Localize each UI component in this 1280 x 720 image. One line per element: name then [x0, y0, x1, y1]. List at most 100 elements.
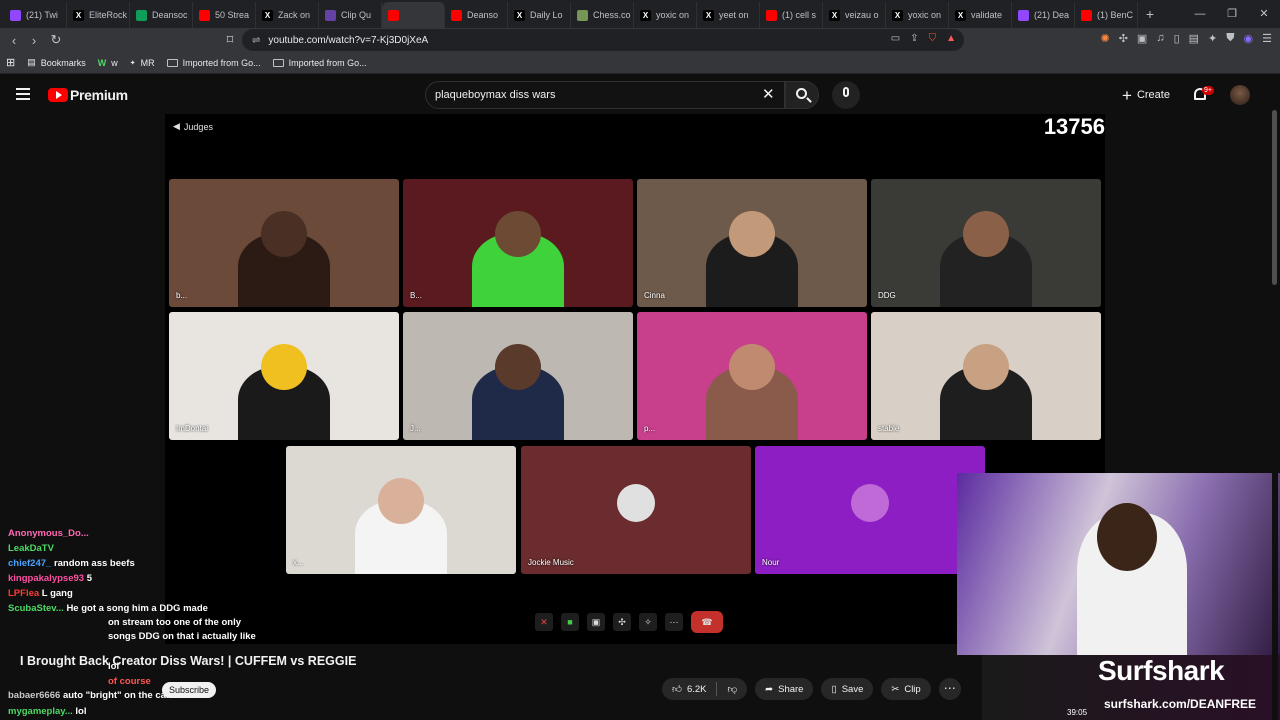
chat-text: lol	[75, 706, 87, 717]
chat-username[interactable]: Anonymous_Do...	[8, 528, 89, 539]
chat-username[interactable]: kingpakalypse93	[8, 573, 84, 584]
camera-icon[interactable]: ■	[561, 613, 579, 631]
voice-search-button[interactable]	[832, 81, 860, 109]
extension-icon[interactable]: ✺	[1100, 32, 1109, 45]
participant-tile[interactable]: Jockie Music	[521, 446, 751, 574]
cast-icon[interactable]: ▭	[891, 33, 900, 44]
brave-shield-icon[interactable]: ⛉	[929, 33, 937, 44]
browser-tab[interactable]: Xvalidate	[949, 2, 1012, 28]
menu-icon[interactable]: ☰	[1262, 32, 1272, 45]
participant-tile[interactable]: Nour	[755, 446, 985, 574]
participant-tile[interactable]: B...	[403, 179, 633, 307]
browser-tab[interactable]: Chess.co	[571, 2, 634, 28]
browser-tab[interactable]: X Daily Lo	[508, 2, 571, 28]
effects-icon[interactable]: ✧	[639, 613, 657, 631]
clear-search-icon[interactable]: ✕	[762, 85, 775, 103]
extension-icon[interactable]: ✦	[1208, 32, 1217, 45]
browser-tab[interactable]: Deanso	[445, 2, 508, 28]
bookmark-item[interactable]: Ww	[98, 58, 118, 68]
browser-tab[interactable]: Clip Qu	[319, 2, 382, 28]
participant-tile[interactable]: Cinna	[637, 179, 867, 307]
browser-tab[interactable]: Xyeet on	[697, 2, 760, 28]
maximize-icon[interactable]: ❐	[1216, 0, 1248, 28]
chat-username[interactable]: chief247_	[8, 558, 51, 569]
search-input[interactable]: plaqueboymax diss wars	[425, 81, 785, 109]
alert-icon[interactable]: ▲	[946, 33, 956, 44]
tab-label: Chess.co	[593, 10, 631, 20]
apps-grid-icon[interactable]: ⊞	[6, 56, 15, 69]
participant-tile[interactable]: x...	[286, 446, 516, 574]
like-button[interactable]: 👍︎ 6.2K	[662, 678, 716, 700]
site-info-icon[interactable]: ⇌	[252, 35, 260, 46]
participant-tile[interactable]: J...	[403, 312, 633, 440]
chat-username[interactable]: ScubaStev...	[8, 603, 64, 614]
reload-icon[interactable]: ↻	[46, 32, 66, 48]
browser-tab[interactable]: (21) Dea	[1012, 2, 1075, 28]
chat-username[interactable]: babaer6666	[8, 690, 60, 701]
sidebar-icon[interactable]: ▯	[1174, 32, 1180, 45]
chat-text: of course	[108, 676, 151, 687]
forward-icon[interactable]: ›	[24, 33, 44, 48]
back-icon[interactable]: ‹	[4, 33, 24, 48]
hamburger-menu-icon[interactable]	[16, 88, 30, 100]
participant-tile[interactable]: DDG	[871, 179, 1101, 307]
youtube-logo-icon[interactable]	[48, 88, 68, 102]
new-tab-button[interactable]: +	[1138, 6, 1162, 22]
account-avatar[interactable]	[1230, 85, 1250, 105]
tab-label: validate	[971, 10, 1003, 20]
create-button[interactable]: + Create	[1122, 84, 1170, 106]
participant-name: B...	[410, 291, 423, 300]
playlist-icon[interactable]: ♫	[1156, 32, 1164, 45]
like-count: 6.2K	[686, 683, 707, 695]
chat-username[interactable]: mygameplay...	[8, 706, 73, 717]
browser-tab[interactable]: X Zack on	[256, 2, 319, 28]
browser-tab[interactable]: Deansoc	[130, 2, 193, 28]
participant-tile[interactable]: stable	[871, 312, 1101, 440]
subscribe-button[interactable]: Subscribe	[162, 682, 217, 698]
browser-tab[interactable]: Xyoxic on	[886, 2, 949, 28]
scrollbar-thumb[interactable]	[1272, 110, 1277, 285]
browser-tab[interactable]: (21) Twi	[4, 2, 67, 28]
browser-tab[interactable]: X EliteRock	[67, 2, 130, 28]
url-field[interactable]: ⇌ youtube.com/watch?v=7-Kj3D0jXeA ▭ ⇪ ⛉ …	[242, 29, 964, 51]
extension-icon[interactable]: ▣	[1137, 32, 1147, 45]
mute-mic-icon[interactable]: ✕	[535, 613, 553, 631]
screenshare-icon[interactable]: ▣	[587, 613, 605, 631]
browser-tab[interactable]: Xveizau o	[823, 2, 886, 28]
youtube-brand[interactable]: Premium	[70, 87, 128, 103]
share-icon: ➦	[765, 683, 774, 695]
minimize-icon[interactable]: —	[1184, 0, 1216, 28]
chat-username[interactable]: LeakDaTV	[8, 543, 54, 554]
dislike-button[interactable]: 👎︎	[717, 678, 747, 700]
chat-username[interactable]: LPFlea	[8, 588, 39, 599]
browser-tab[interactable]: (1) BenC	[1075, 2, 1138, 28]
leave-call-icon[interactable]: ☎	[691, 611, 723, 633]
bookmark-folder[interactable]: Imported from Go...	[272, 58, 367, 68]
browser-tab[interactable]: 50 Strea	[193, 2, 256, 28]
more-actions-icon[interactable]: ⋯	[938, 678, 961, 700]
search-button[interactable]	[785, 81, 819, 109]
participant-tile[interactable]: b...	[169, 179, 399, 307]
share-button[interactable]: ➦ Share	[755, 678, 814, 700]
bookmark-star-icon[interactable]: ⌑	[220, 32, 240, 48]
bookmark-item[interactable]: ▤ Bookmarks	[27, 57, 86, 68]
activities-icon[interactable]: ✣	[613, 613, 631, 631]
browser-tab[interactable]	[382, 2, 445, 28]
bookmark-item[interactable]: ✦ MR	[130, 58, 155, 68]
chat-text: L gang	[41, 588, 73, 599]
puzzle-icon[interactable]: ✣	[1119, 32, 1128, 45]
participant-tile[interactable]: ImDontai	[169, 312, 399, 440]
save-button[interactable]: ▯ Save	[821, 678, 874, 700]
participant-tile[interactable]: p...	[637, 312, 867, 440]
speaker-muted-icon: ◀	[173, 121, 180, 131]
bookmark-folder[interactable]: Imported from Go...	[166, 58, 261, 68]
wallet-icon[interactable]: ▤	[1189, 32, 1199, 45]
shield-icon[interactable]: ⛊	[1226, 32, 1234, 45]
browser-tab[interactable]: Xyoxic on	[634, 2, 697, 28]
vpn-icon[interactable]: ◉	[1244, 32, 1254, 45]
clip-button[interactable]: ✂ Clip	[881, 678, 931, 700]
close-window-icon[interactable]: ✕	[1248, 0, 1280, 28]
share-page-icon[interactable]: ⇪	[910, 33, 918, 44]
more-options-icon[interactable]: ⋯	[665, 613, 683, 631]
browser-tab[interactable]: (1) cell s	[760, 2, 823, 28]
